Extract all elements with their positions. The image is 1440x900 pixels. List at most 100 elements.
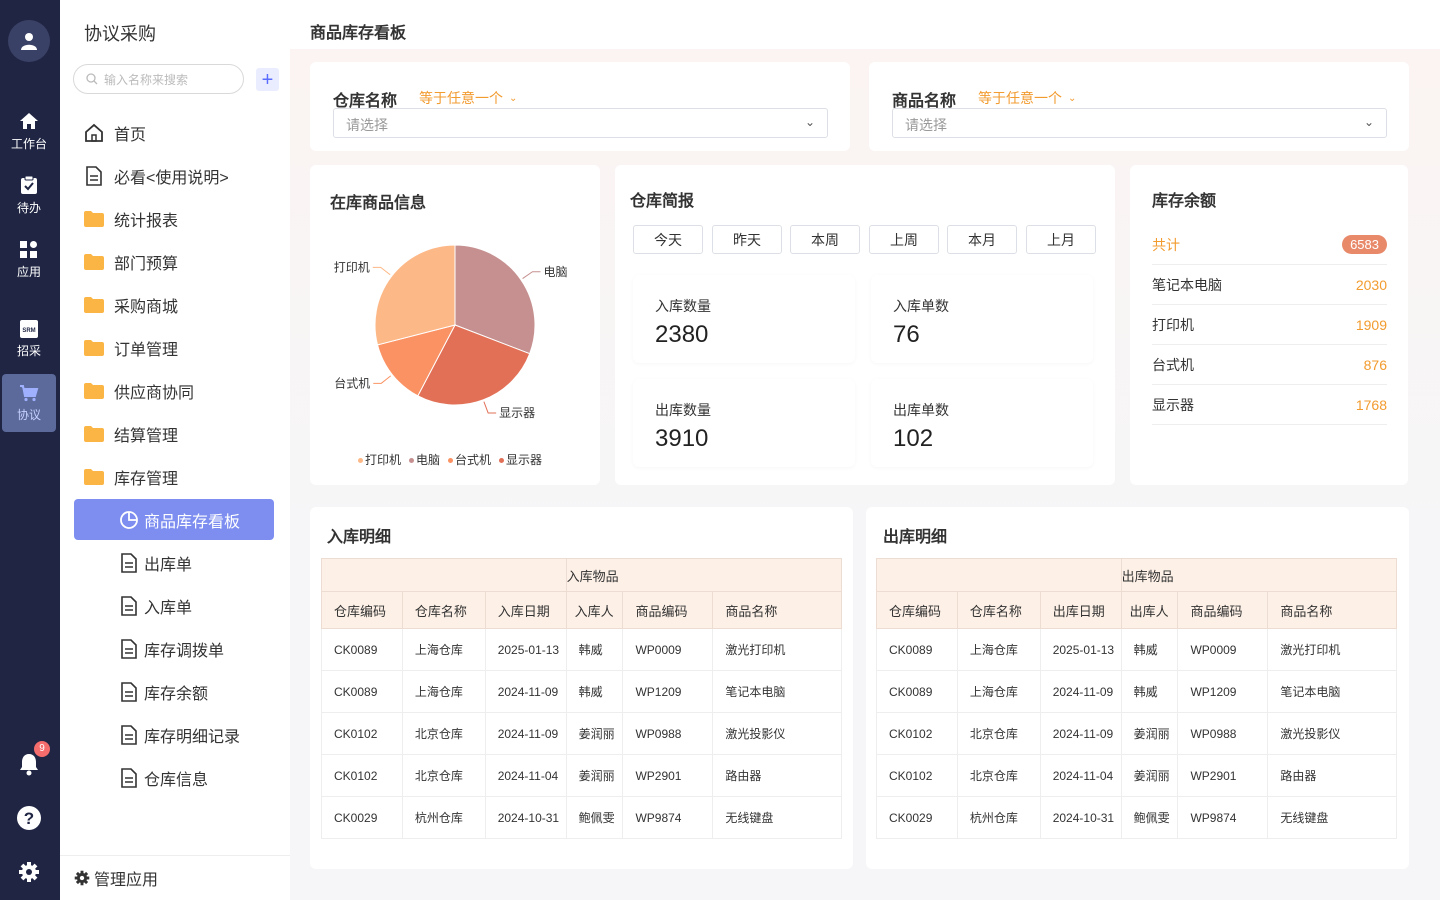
legend-label: 显示器 — [506, 453, 543, 467]
rail-item-workbench[interactable]: 工作台 — [2, 102, 56, 160]
rail-item-apps[interactable]: 应用 — [2, 231, 56, 289]
legend-item[interactable]: 台式机 — [448, 451, 491, 468]
table-cell: 路由器 — [712, 754, 842, 797]
menu-label: 首页 — [114, 126, 147, 144]
table-row[interactable]: CK0102 北京仓库 2024-11-09 姜润丽 WP0988 激光投影仪 — [321, 712, 842, 755]
table-row[interactable]: CK0102 北京仓库 2024-11-09 姜润丽 WP0988 激光投影仪 — [876, 712, 1397, 755]
menu-item-suppliers[interactable]: 供应商协同 — [74, 370, 274, 411]
filter-operator-label: 等于任意一个 — [419, 90, 503, 106]
table-row[interactable]: CK0102 北京仓库 2024-11-04 姜润丽 WP2901 路由器 — [876, 754, 1397, 797]
table-cell: 姜润丽 — [565, 712, 624, 755]
folder-icon — [84, 382, 104, 399]
rail-item-todo[interactable]: 待办 — [2, 166, 56, 224]
table-row[interactable]: CK0089 上海仓库 2024-11-09 韩威 WP1209 笔记本电脑 — [321, 670, 842, 713]
filter-operator-dropdown[interactable]: 等于任意一个 ⌄ — [978, 88, 1076, 108]
stat-value: 3910 — [655, 425, 709, 452]
table-cell: 2024-10-31 — [484, 796, 567, 839]
table-row[interactable]: CK0102 北京仓库 2024-11-04 姜润丽 WP2901 路由器 — [321, 754, 842, 797]
menu-item-settlement[interactable]: 结算管理 — [74, 413, 274, 454]
menu-label: 部门预算 — [114, 255, 179, 273]
sidebar-title: 协议采购 — [84, 24, 156, 44]
tab-this-month[interactable]: 本月 — [947, 225, 1017, 254]
user-icon — [21, 33, 37, 50]
submenu-label: 库存调拨单 — [144, 642, 225, 660]
document-icon — [86, 165, 102, 186]
menu-label: 供应商协同 — [114, 384, 195, 402]
table-cell: 2024-11-09 — [1039, 670, 1122, 713]
filter-operator-dropdown[interactable]: 等于任意一个 ⌄ — [419, 88, 517, 108]
stat-value: 76 — [893, 321, 920, 348]
menu-item-home[interactable]: 首页 — [74, 112, 274, 153]
submenu-item-balance[interactable]: 库存余额 — [74, 671, 274, 712]
help-button[interactable]: ? — [14, 803, 44, 833]
balance-item-name: 笔记本电脑 — [1152, 276, 1222, 293]
table-cell: 姜润丽 — [1120, 712, 1179, 755]
table-cell: 北京仓库 — [401, 712, 486, 755]
submenu-item-dashboard[interactable]: 商品库存看板 — [74, 499, 274, 540]
table-group-spacer — [876, 558, 1122, 592]
table-cell: 2025-01-13 — [1039, 628, 1122, 671]
table-cell: 无线键盘 — [1267, 796, 1397, 839]
table-row[interactable]: CK0089 上海仓库 2025-01-13 韩威 WP0009 激光打印机 — [321, 628, 842, 671]
column-header: 出库日期 — [1039, 591, 1122, 629]
submenu-item-outbound[interactable]: 出库单 — [74, 542, 274, 583]
menu-item-inventory[interactable]: 库存管理 — [74, 456, 274, 497]
chevron-down-icon: ⌄ — [509, 92, 518, 104]
menu-item-mall[interactable]: 采购商城 — [74, 284, 274, 325]
menu-item-guide[interactable]: 必看<使用说明> — [74, 155, 274, 196]
table-cell: WP1209 — [622, 670, 714, 713]
legend-swatch — [409, 458, 415, 464]
table-row[interactable]: CK0089 上海仓库 2024-11-09 韩威 WP1209 笔记本电脑 — [876, 670, 1397, 713]
menu-item-orders[interactable]: 订单管理 — [74, 327, 274, 368]
column-header: 出库人 — [1120, 591, 1179, 629]
tab-last-week[interactable]: 上周 — [869, 225, 939, 254]
legend-item[interactable]: 显示器 — [499, 451, 542, 468]
product-select[interactable]: 请选择 ⌄ — [892, 108, 1387, 138]
manage-apps-button[interactable]: 管理应用 — [60, 855, 290, 900]
menu-item-budget[interactable]: 部门预算 — [74, 241, 274, 282]
table-cell: 韩威 — [1120, 670, 1179, 713]
avatar[interactable] — [8, 20, 50, 62]
submenu-item-inbound[interactable]: 入库单 — [74, 585, 274, 626]
table-row[interactable]: CK0029 杭州仓库 2024-10-31 鲍佩雯 WP9874 无线键盘 — [321, 796, 842, 839]
stat-inbound-quantity: 入库数量 2380 — [633, 275, 855, 363]
table-cell: WP2901 — [1177, 754, 1269, 797]
pie-label-line — [522, 271, 541, 279]
legend-item[interactable]: 打印机 — [358, 451, 401, 468]
srm-icon: SRM — [20, 319, 38, 338]
table-cell: 笔记本电脑 — [1267, 670, 1397, 713]
balance-item-value: 876 — [1363, 356, 1387, 373]
table-cell: WP0988 — [1177, 712, 1269, 755]
rail-label: 工作台 — [10, 136, 47, 151]
submenu-item-warehouse-info[interactable]: 仓库信息 — [74, 757, 274, 798]
search-input[interactable]: 输入名称来搜索 — [73, 64, 244, 94]
card-title: 入库明细 — [327, 529, 392, 546]
submenu-item-detail-records[interactable]: 库存明细记录 — [74, 714, 274, 755]
table-row[interactable]: CK0089 上海仓库 2025-01-13 韩威 WP0009 激光打印机 — [876, 628, 1397, 671]
tab-this-week[interactable]: 本周 — [790, 225, 860, 254]
tab-label: 本周 — [811, 231, 839, 248]
table-cell: 笔记本电脑 — [712, 670, 842, 713]
warehouse-select[interactable]: 请选择 ⌄ — [333, 108, 828, 138]
tab-last-month[interactable]: 上月 — [1026, 225, 1096, 254]
search-icon — [86, 73, 98, 85]
rail-item-agreement[interactable]: 协议 — [2, 374, 56, 432]
chevron-down-icon: ⌄ — [804, 115, 815, 129]
legend-swatch — [448, 458, 454, 464]
table-cell: 路由器 — [1267, 754, 1397, 797]
document-icon — [121, 638, 137, 659]
notification-button[interactable]: 9 — [14, 741, 50, 779]
legend-item[interactable]: 电脑 — [409, 451, 440, 468]
submenu-item-transfer[interactable]: 库存调拨单 — [74, 628, 274, 669]
stat-outbound-quantity: 出库数量 3910 — [633, 379, 855, 467]
add-button[interactable]: + — [256, 68, 279, 91]
menu-item-reports[interactable]: 统计报表 — [74, 198, 274, 239]
table-cell: 2024-11-09 — [484, 712, 567, 755]
column-header: 入库日期 — [484, 591, 567, 629]
outbound-table: 出库物品 仓库编码 仓库名称 出库日期 出库人 商品编码 商品名称 CK0089 上海仓库 2… — [876, 558, 1398, 839]
table-row[interactable]: CK0029 杭州仓库 2024-10-31 鲍佩雯 WP9874 无线键盘 — [876, 796, 1397, 839]
rail-item-procurement[interactable]: SRM 招采 — [2, 310, 56, 368]
tab-yesterday[interactable]: 昨天 — [712, 225, 782, 254]
settings-button[interactable] — [14, 857, 44, 887]
tab-today[interactable]: 今天 — [633, 225, 703, 254]
